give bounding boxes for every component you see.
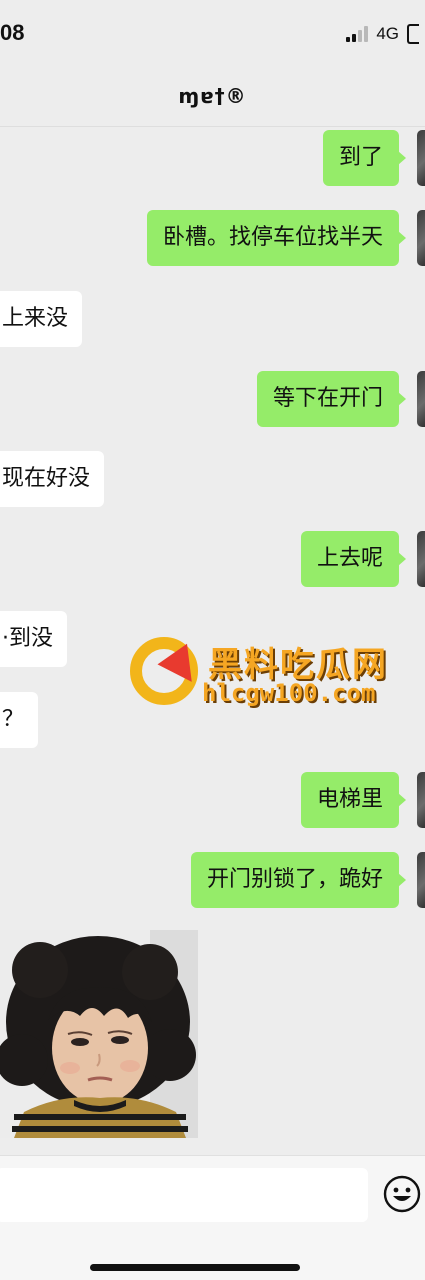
message-bubble-incoming[interactable]: ？ bbox=[0, 692, 39, 748]
home-indicator bbox=[90, 1264, 300, 1271]
message-bubble-outgoing[interactable]: 上去呢 bbox=[300, 531, 407, 587]
message-bubble-outgoing[interactable]: 电梯里 bbox=[300, 772, 407, 828]
message-bubble-incoming[interactable]: ·到没 bbox=[0, 611, 67, 667]
avatar[interactable] bbox=[417, 130, 425, 186]
message-bubble-incoming[interactable]: 上来没 bbox=[0, 291, 83, 347]
signal-icon bbox=[346, 26, 369, 42]
message-bubble-outgoing[interactable]: 到了 bbox=[322, 130, 407, 186]
chat-title[interactable]: ɱɐ†® bbox=[0, 84, 425, 108]
chat-screen: 08 4G ɱɐ†® 到了 卧槽。找停车位找半天 上来没 等下在开门 现在好没 … bbox=[0, 0, 425, 1280]
message-input[interactable] bbox=[0, 1168, 368, 1222]
smiley-face-icon bbox=[383, 1175, 421, 1213]
battery-icon bbox=[407, 24, 419, 44]
watermark-url: hlcgw100.com bbox=[202, 679, 376, 707]
avatar[interactable] bbox=[417, 772, 425, 828]
sticker-illustration bbox=[0, 930, 198, 1138]
message-bubble-outgoing[interactable]: 卧槽。找停车位找半天 bbox=[146, 210, 407, 266]
avatar[interactable] bbox=[417, 531, 425, 587]
chat-header: ɱɐ†® bbox=[0, 70, 425, 127]
network-type: 4G bbox=[376, 24, 399, 43]
watermark: 黑料吃瓜网 hlcgw100.com bbox=[130, 635, 410, 715]
message-bubble-incoming[interactable]: 现在好没 bbox=[0, 451, 105, 507]
status-bar: 08 4G bbox=[0, 0, 425, 70]
emoji-button[interactable] bbox=[382, 1174, 422, 1214]
avatar[interactable] bbox=[417, 210, 425, 266]
input-bar bbox=[0, 1155, 425, 1280]
avatar[interactable] bbox=[417, 852, 425, 908]
message-bubble-outgoing[interactable]: 开门别锁了，跪好 bbox=[190, 852, 407, 908]
sticker-image[interactable] bbox=[0, 930, 198, 1138]
status-indicators: 4G bbox=[346, 24, 419, 44]
message-bubble-outgoing[interactable]: 等下在开门 bbox=[256, 371, 407, 427]
avatar[interactable] bbox=[417, 371, 425, 427]
status-time: 08 bbox=[0, 20, 25, 45]
